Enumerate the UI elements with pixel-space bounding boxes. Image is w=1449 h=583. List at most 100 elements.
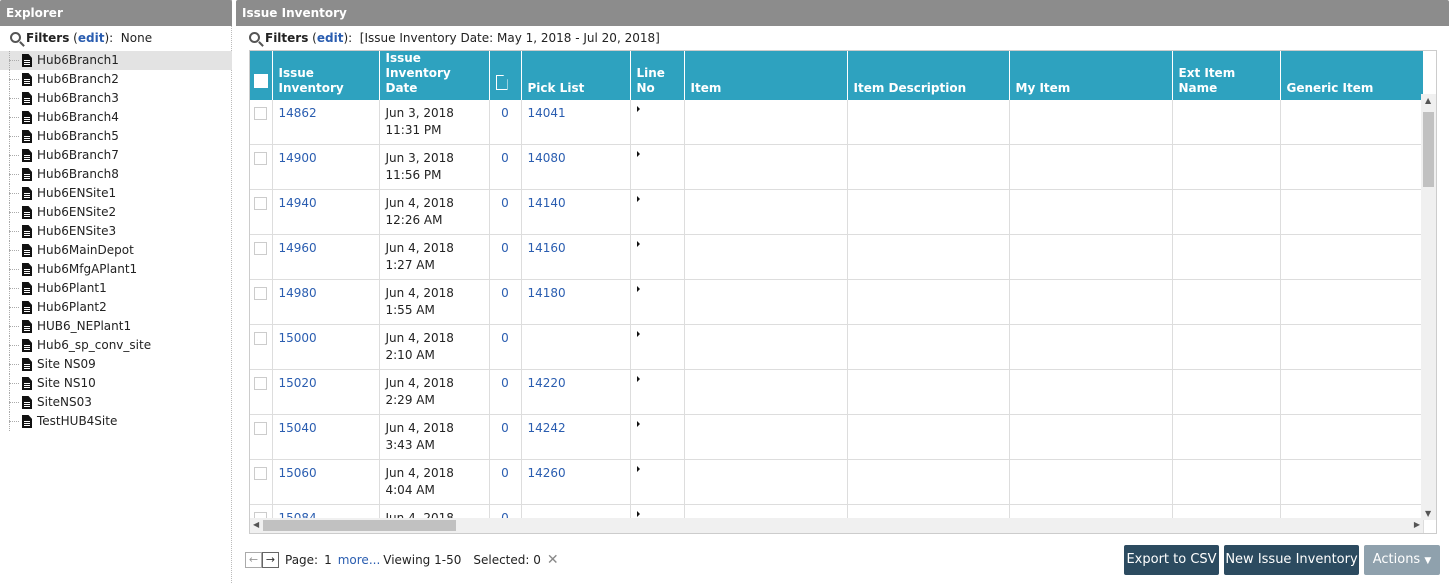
documents-count-link[interactable]: 0 [501, 466, 509, 480]
expand-row-icon[interactable] [636, 151, 640, 157]
pick-list-link[interactable]: 14220 [528, 376, 566, 390]
expand-row-icon[interactable] [636, 106, 640, 112]
documents-count-link[interactable]: 0 [501, 196, 509, 210]
pick-list-link[interactable]: 14242 [528, 421, 566, 435]
issue-inventory-link[interactable]: 14940 [279, 196, 317, 210]
table-row[interactable]: 15040 Jun 4, 2018 3:43 AM 0 14242 [250, 414, 1424, 460]
vertical-scrollbar[interactable]: ▲ ▼ [1421, 94, 1436, 520]
more-pages-link[interactable]: more... [338, 553, 381, 567]
expand-row-icon[interactable] [636, 286, 640, 292]
tree-item[interactable]: Hub6MainDepot [0, 241, 232, 260]
row-checkbox[interactable] [254, 242, 267, 255]
tree-item[interactable]: Hub6Branch5 [0, 127, 232, 146]
issue-inventory-link[interactable]: 14980 [279, 286, 317, 300]
tree-item[interactable]: Hub6Branch1 [0, 51, 232, 70]
row-checkbox[interactable] [254, 287, 267, 300]
actions-button[interactable]: Actions ▼ [1364, 545, 1440, 575]
column-header[interactable]: Ext Item Name [1172, 51, 1281, 100]
issue-inventory-link[interactable]: 15040 [279, 421, 317, 435]
issue-inventory-link[interactable]: 14900 [279, 151, 317, 165]
table-row[interactable]: 15060 Jun 4, 2018 4:04 AM 0 14260 [250, 459, 1424, 505]
tree-item[interactable]: SiteNS03 [0, 393, 232, 412]
tree-item[interactable]: Hub6_sp_conv_site [0, 336, 232, 355]
next-page-button[interactable]: → [262, 552, 279, 568]
scroll-left-icon[interactable]: ◀ [253, 520, 259, 529]
issue-inventory-link[interactable]: 15020 [279, 376, 317, 390]
pick-list-link[interactable]: 14160 [528, 241, 566, 255]
table-row[interactable]: 15000 Jun 4, 2018 2:10 AM 0 [250, 324, 1424, 370]
tree-item[interactable]: HUB6_NEPlant1 [0, 317, 232, 336]
select-all-checkbox[interactable] [254, 74, 268, 88]
tree-item[interactable]: Hub6Branch2 [0, 70, 232, 89]
tree-item[interactable]: Hub6Plant2 [0, 298, 232, 317]
pick-list-link[interactable]: 14140 [528, 196, 566, 210]
table-row[interactable]: 14940 Jun 4, 2018 12:26 AM 0 14140 [250, 189, 1424, 235]
expand-row-icon[interactable] [636, 241, 640, 247]
documents-count-link[interactable]: 0 [501, 151, 509, 165]
documents-count-link[interactable]: 0 [501, 376, 509, 390]
row-checkbox[interactable] [254, 467, 267, 480]
new-issue-inventory-button[interactable]: New Issue Inventory [1224, 545, 1359, 575]
issue-inventory-link[interactable]: 15000 [279, 331, 317, 345]
pick-list-link[interactable]: 14041 [528, 106, 566, 120]
documents-count-link[interactable]: 0 [501, 331, 509, 345]
horizontal-scrollbar[interactable]: ◀ ▶ [250, 518, 1423, 533]
tree-item[interactable]: Hub6Branch3 [0, 89, 232, 108]
row-checkbox[interactable] [254, 197, 267, 210]
pick-list-link[interactable]: 14260 [528, 466, 566, 480]
horizontal-scroll-thumb[interactable] [263, 520, 456, 531]
column-header[interactable] [489, 51, 522, 100]
vertical-scroll-thumb[interactable] [1423, 112, 1434, 187]
column-header[interactable]: Item [684, 51, 848, 100]
tree-item[interactable]: Hub6ENSite1 [0, 184, 232, 203]
select-all-checkbox-cell[interactable] [250, 51, 273, 100]
tree-item[interactable]: Site NS10 [0, 374, 232, 393]
documents-count-link[interactable]: 0 [501, 286, 509, 300]
documents-count-link[interactable]: 0 [501, 421, 509, 435]
table-row[interactable]: 14980 Jun 4, 2018 1:55 AM 0 14180 [250, 279, 1424, 325]
column-header[interactable]: My Item [1009, 51, 1173, 100]
table-row[interactable]: 14862 Jun 3, 2018 11:31 PM 0 14041 [250, 100, 1424, 145]
documents-count-link[interactable]: 0 [501, 106, 509, 120]
column-header[interactable]: Issue Inventory [272, 51, 380, 100]
scroll-down-icon[interactable]: ▼ [1425, 509, 1431, 518]
documents-count-link[interactable]: 0 [501, 241, 509, 255]
row-checkbox[interactable] [254, 422, 267, 435]
column-header[interactable]: Line No [630, 51, 685, 100]
table-row[interactable]: 14960 Jun 4, 2018 1:27 AM 0 14160 [250, 234, 1424, 280]
pick-list-link[interactable]: 14180 [528, 286, 566, 300]
issue-inventory-link[interactable]: 14960 [279, 241, 317, 255]
tree-item[interactable]: Hub6Plant1 [0, 279, 232, 298]
prev-page-button[interactable]: ← [245, 552, 262, 568]
column-header[interactable]: Item Description [847, 51, 1010, 100]
tree-item[interactable]: Hub6MfgAPlant1 [0, 260, 232, 279]
clear-selection-icon[interactable]: ✕ [547, 552, 559, 568]
tree-item[interactable]: Hub6ENSite2 [0, 203, 232, 222]
main-filters-edit-link[interactable]: edit [317, 31, 344, 45]
export-csv-button[interactable]: Export to CSV [1124, 545, 1219, 575]
row-checkbox[interactable] [254, 107, 267, 120]
explorer-filters-edit-link[interactable]: edit [78, 31, 105, 45]
expand-row-icon[interactable] [636, 466, 640, 472]
issue-inventory-link[interactable]: 15060 [279, 466, 317, 480]
tree-item[interactable]: Hub6Branch7 [0, 146, 232, 165]
column-header[interactable]: Pick List [521, 51, 631, 100]
row-checkbox[interactable] [254, 332, 267, 345]
expand-row-icon[interactable] [636, 376, 640, 382]
tree-item[interactable]: Site NS09 [0, 355, 232, 374]
scroll-right-icon[interactable]: ▶ [1414, 520, 1420, 529]
column-header[interactable]: Issue Inventory Date [379, 51, 490, 100]
tree-item[interactable]: TestHUB4Site [0, 412, 232, 431]
expand-row-icon[interactable] [636, 421, 640, 427]
tree-item[interactable]: Hub6ENSite3 [0, 222, 232, 241]
table-row[interactable]: 14900 Jun 3, 2018 11:56 PM 0 14080 [250, 144, 1424, 190]
expand-row-icon[interactable] [636, 511, 640, 517]
issue-inventory-link[interactable]: 14862 [279, 106, 317, 120]
row-checkbox[interactable] [254, 152, 267, 165]
expand-row-icon[interactable] [636, 196, 640, 202]
scroll-up-icon[interactable]: ▲ [1425, 96, 1431, 105]
row-checkbox[interactable] [254, 377, 267, 390]
tree-item[interactable]: Hub6Branch4 [0, 108, 232, 127]
pick-list-link[interactable]: 14080 [528, 151, 566, 165]
expand-row-icon[interactable] [636, 331, 640, 337]
